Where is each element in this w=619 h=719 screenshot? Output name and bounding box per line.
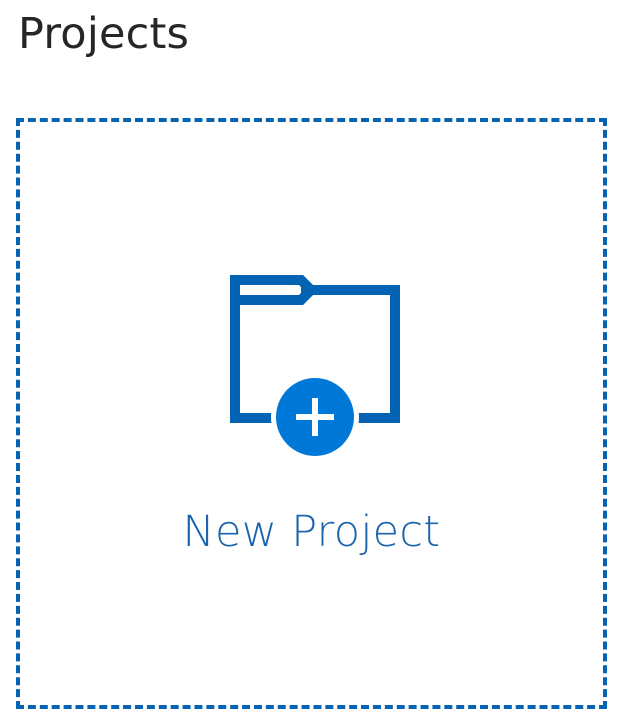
folder-add-icon (230, 275, 400, 460)
new-project-button[interactable]: New Project (16, 118, 607, 709)
new-project-label: New Project (182, 507, 441, 557)
page-title: Projects (18, 9, 190, 59)
